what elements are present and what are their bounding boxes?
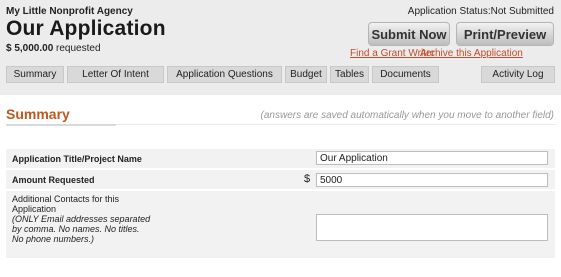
submit-now-button[interactable]: Submit Now	[368, 22, 450, 46]
section-title-underline	[6, 124, 116, 126]
print-preview-button[interactable]: Print/Preview	[456, 22, 554, 46]
archive-application-link[interactable]: Archive this Application	[420, 48, 523, 59]
requested-amount: $ 5,000.00	[6, 43, 54, 54]
application-title-input[interactable]	[316, 151, 548, 165]
requested-suffix: requested	[53, 43, 101, 54]
application-header: My Little Nonprofit Agency Our Applicati…	[0, 0, 561, 95]
tab-letter-of-intent[interactable]: Letter Of Intent	[67, 66, 164, 83]
tab-summary[interactable]: Summary	[6, 66, 64, 83]
form-row-title: Application Title/Project Name	[6, 148, 555, 168]
additional-contacts-textarea[interactable]	[316, 214, 548, 241]
application-status: Application Status:Not Submitted	[407, 6, 554, 17]
amount-requested-input[interactable]	[316, 173, 548, 187]
contacts-note-line-3: No phone numbers.)	[12, 234, 95, 244]
organization-name: My Little Nonprofit Agency	[6, 6, 133, 17]
title-label: Application Title/Project Name	[12, 154, 142, 164]
contacts-note-line-1: (ONLY Email addresses separated	[12, 214, 151, 224]
section-title: Summary	[6, 106, 70, 122]
autosave-note: (answers are saved automatically when yo…	[260, 110, 554, 121]
form-row-amount: Amount Requested $	[6, 169, 555, 189]
contacts-label: Additional Contacts for this Application…	[12, 194, 150, 244]
tab-application-questions[interactable]: Application Questions	[167, 66, 282, 83]
section-divider	[116, 124, 556, 125]
tab-documents[interactable]: Documents	[372, 66, 439, 83]
form-row-contacts: Additional Contacts for this Application…	[6, 190, 555, 258]
amount-label: Amount Requested	[12, 175, 95, 185]
application-title: Our Application	[6, 17, 166, 40]
contacts-label-line-2: Application	[12, 204, 57, 214]
tab-budget[interactable]: Budget	[285, 66, 327, 83]
contacts-note-line-2: by comma. No names. No titles.	[12, 224, 140, 234]
amount-requested-summary: $ 5,000.00 requested	[6, 43, 101, 54]
currency-symbol: $	[304, 173, 311, 185]
tab-tables[interactable]: Tables	[330, 66, 369, 83]
tab-activity-log[interactable]: Activity Log	[481, 66, 555, 83]
contacts-label-line-1: Additional Contacts for this	[12, 194, 120, 204]
